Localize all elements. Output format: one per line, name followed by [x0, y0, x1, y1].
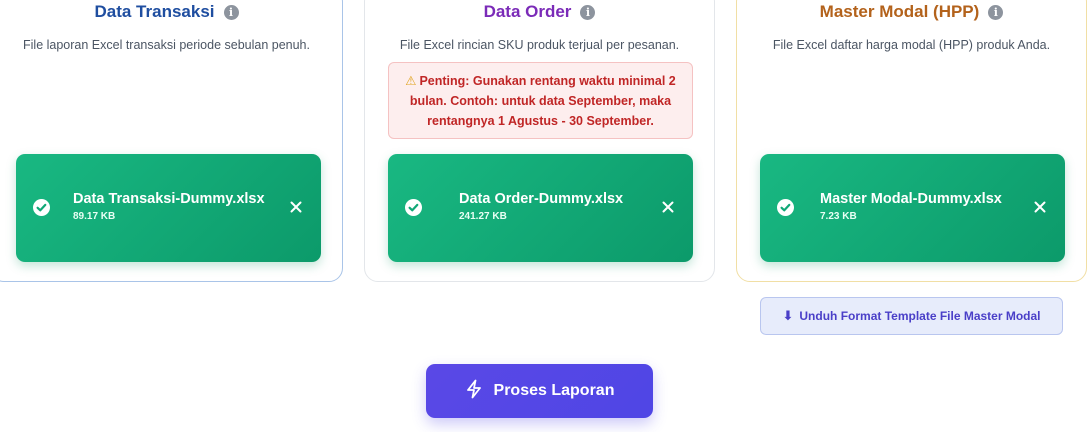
process-report-button[interactable]: Proses Laporan	[426, 364, 653, 418]
card-title: Data Transaksi	[94, 2, 215, 21]
card-title: Data Order	[483, 2, 572, 21]
uploaded-file-box: Data Transaksi-Dummy.xlsx 89.17 KB	[16, 154, 321, 262]
uploaded-file-box: Data Order-Dummy.xlsx 241.27 KB	[388, 154, 693, 262]
uploaded-file-box: Master Modal-Dummy.xlsx 7.23 KB	[760, 154, 1065, 262]
warning-text: Penting: Gunakan rentang waktu minimal 2…	[409, 74, 676, 128]
card-description: File laporan Excel transaksi periode seb…	[23, 38, 310, 52]
upload-card-data-transaksi: Data Transaksi i File laporan Excel tran…	[0, 0, 343, 282]
file-size: 89.17 KB	[73, 211, 116, 222]
download-template-label: Unduh Format Template File Master Modal	[799, 309, 1041, 323]
card-header: Data Transaksi i	[0, 1, 342, 23]
download-template-button[interactable]: ⬇ Unduh Format Template File Master Moda…	[760, 297, 1063, 335]
warning-icon: ⚠	[405, 74, 417, 88]
info-icon[interactable]: i	[580, 4, 596, 20]
info-icon[interactable]: i	[988, 4, 1004, 20]
remove-file-icon[interactable]	[289, 200, 303, 214]
file-size: 7.23 KB	[820, 211, 857, 222]
info-icon[interactable]: i	[223, 4, 239, 20]
card-description: File Excel daftar harga modal (HPP) prod…	[772, 38, 1051, 52]
card-description: File Excel rincian SKU produk terjual pe…	[399, 38, 680, 52]
check-circle-icon	[777, 199, 794, 216]
upload-card-master-modal: Master Modal (HPP) i File Excel daftar h…	[736, 0, 1087, 282]
card-title: Master Modal (HPP)	[819, 2, 980, 21]
card-header: Data Order i	[365, 1, 714, 23]
download-arrow-icon: ⬇	[782, 308, 794, 323]
remove-file-icon[interactable]	[661, 200, 675, 214]
remove-file-icon[interactable]	[1033, 200, 1047, 214]
lightning-icon	[465, 379, 483, 404]
file-size: 241.27 KB	[459, 211, 507, 222]
check-circle-icon	[405, 199, 422, 216]
file-name: Data Order-Dummy.xlsx	[459, 191, 624, 207]
upload-card-data-order: Data Order i File Excel rincian SKU prod…	[364, 0, 715, 282]
card-header: Master Modal (HPP) i	[737, 1, 1086, 23]
file-name: Master Modal-Dummy.xlsx	[820, 191, 1002, 207]
check-circle-icon	[33, 199, 50, 216]
process-report-label: Proses Laporan	[493, 382, 615, 399]
file-name: Data Transaksi-Dummy.xlsx	[73, 191, 265, 207]
warning-notice: ⚠ Penting: Gunakan rentang waktu minimal …	[388, 62, 693, 139]
